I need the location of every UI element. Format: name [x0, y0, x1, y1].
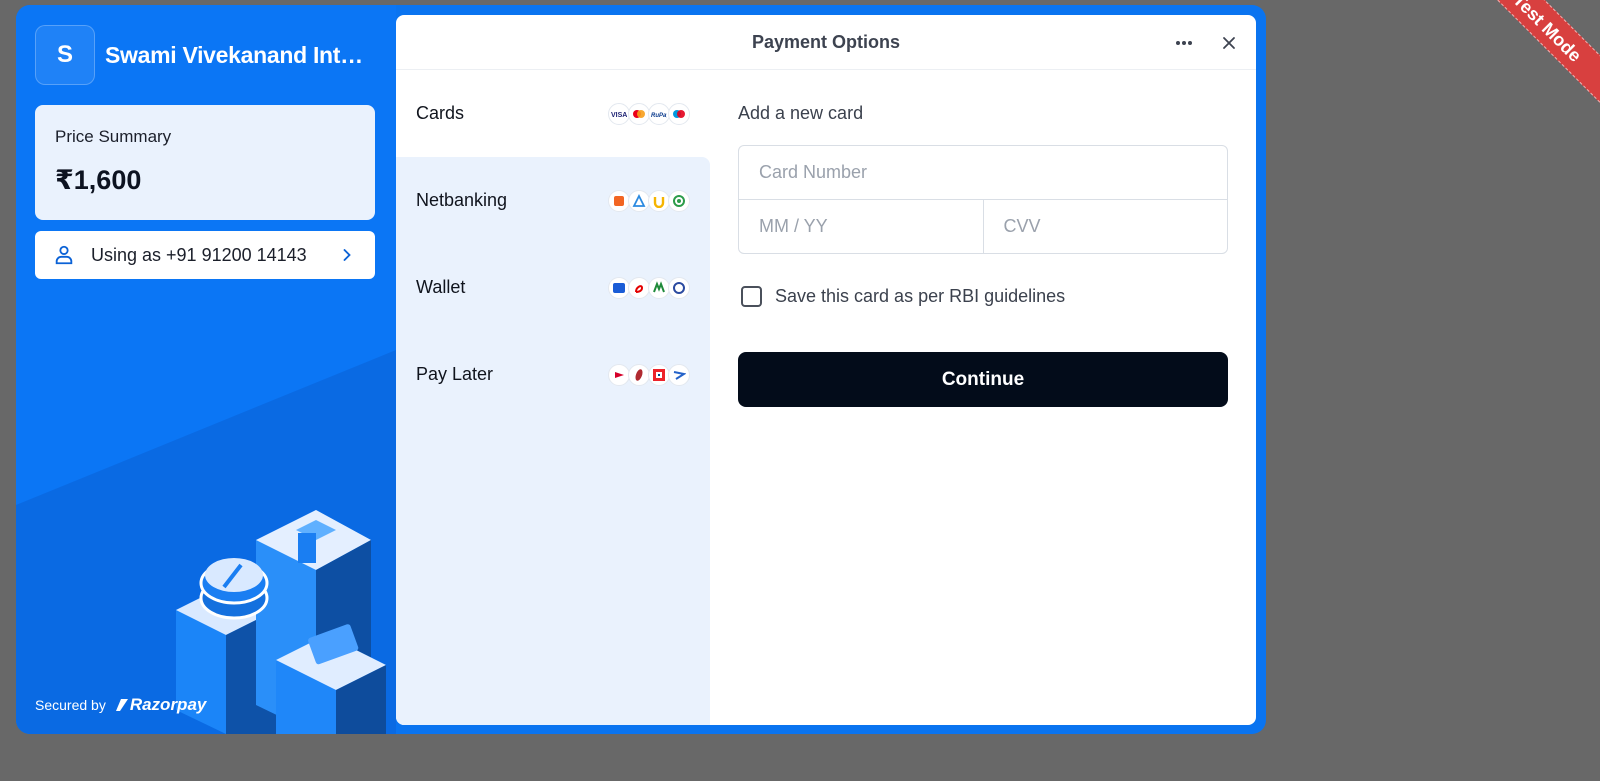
method-label: Netbanking [416, 190, 508, 210]
user-contact-text: Using as +91 91200 14143 [91, 244, 307, 265]
wallet-icon [668, 276, 690, 299]
price-summary-label: Price Summary [55, 127, 172, 146]
expiry-input[interactable] [739, 200, 984, 253]
save-card-label: Save this card as per RBI guidelines [775, 286, 1066, 306]
visa-icon: VISA [608, 102, 630, 125]
user-icon [55, 245, 73, 265]
chevron-right-icon [343, 249, 351, 261]
lazypay-icon [608, 363, 630, 386]
method-label: Wallet [416, 277, 466, 297]
close-button[interactable] [1215, 29, 1243, 57]
save-card-row: Save this card as per RBI guidelines [738, 286, 1228, 307]
svg-text:RuPay: RuPay [651, 113, 667, 118]
test-mode-label: Test Mode [1465, 0, 1600, 110]
price-amount: ₹1,600 [55, 165, 142, 195]
airtel-icon [628, 276, 650, 299]
pnb-icon [648, 189, 670, 212]
panel-title: Payment Options [751, 31, 901, 52]
mobikwik-icon [608, 276, 630, 299]
card-number-input[interactable] [739, 146, 1227, 199]
paylater-icon [668, 363, 690, 386]
mastercard-icon [628, 102, 650, 125]
secured-by-label: Secured by [35, 697, 106, 713]
maestro-icon [668, 102, 690, 125]
ellipsis-icon [1176, 41, 1192, 45]
bob-icon [608, 189, 630, 212]
method-icons [608, 189, 690, 212]
payment-options-panel: Payment Options Cards VISA RuPay [396, 15, 1256, 725]
method-icons [608, 363, 690, 386]
payment-methods-list: Cards VISA RuPay Netbanking Wall [396, 70, 710, 725]
card-details-box [738, 145, 1228, 254]
cvv-input[interactable] [983, 200, 1227, 253]
method-cards[interactable]: Cards VISA RuPay [396, 70, 710, 157]
save-card-checkbox[interactable] [741, 286, 762, 307]
rupay-icon: RuPay [648, 102, 670, 125]
close-icon [1223, 37, 1235, 49]
bank-icon [668, 189, 690, 212]
methods-background [396, 157, 710, 725]
razorpay-brand: Razorpay [129, 695, 207, 714]
method-icons: VISA RuPay [608, 102, 690, 125]
price-summary-card: Price Summary ₹1,600 [35, 105, 375, 220]
mpay-icon [648, 276, 670, 299]
razorpay-logo: Razorpay [115, 695, 207, 715]
icici-icon [628, 363, 650, 386]
method-icons [608, 276, 690, 299]
continue-button[interactable]: Continue [738, 352, 1228, 407]
axis-icon [628, 189, 650, 212]
method-label: Cards [416, 103, 465, 123]
method-label: Pay Later [416, 364, 494, 384]
hdfc-icon [648, 363, 670, 386]
card-row-expiry-cvv [739, 199, 1227, 253]
test-mode-ribbon: Test Mode [1450, 0, 1600, 110]
razorpay-icon [115, 699, 128, 711]
form-title: Add a new card [738, 103, 864, 123]
merchant-name: Swami Vivekanand International School [105, 41, 375, 68]
checkout-modal: S Swami Vivekanand International School … [16, 5, 1266, 734]
card-form: Add a new card Save this card as per RBI… [738, 70, 1228, 407]
panel-header: Payment Options [396, 15, 1256, 70]
more-options-button[interactable] [1170, 29, 1198, 57]
merchant-pane: S Swami Vivekanand International School … [16, 5, 396, 734]
merchant-header: S Swami Vivekanand International School [35, 25, 375, 85]
merchant-logo: S [35, 25, 95, 85]
svg-text:VISA: VISA [611, 112, 627, 118]
secured-by-footer: Secured by Razorpay [35, 695, 206, 715]
user-contact-button[interactable]: Using as +91 91200 14143 [35, 231, 375, 279]
